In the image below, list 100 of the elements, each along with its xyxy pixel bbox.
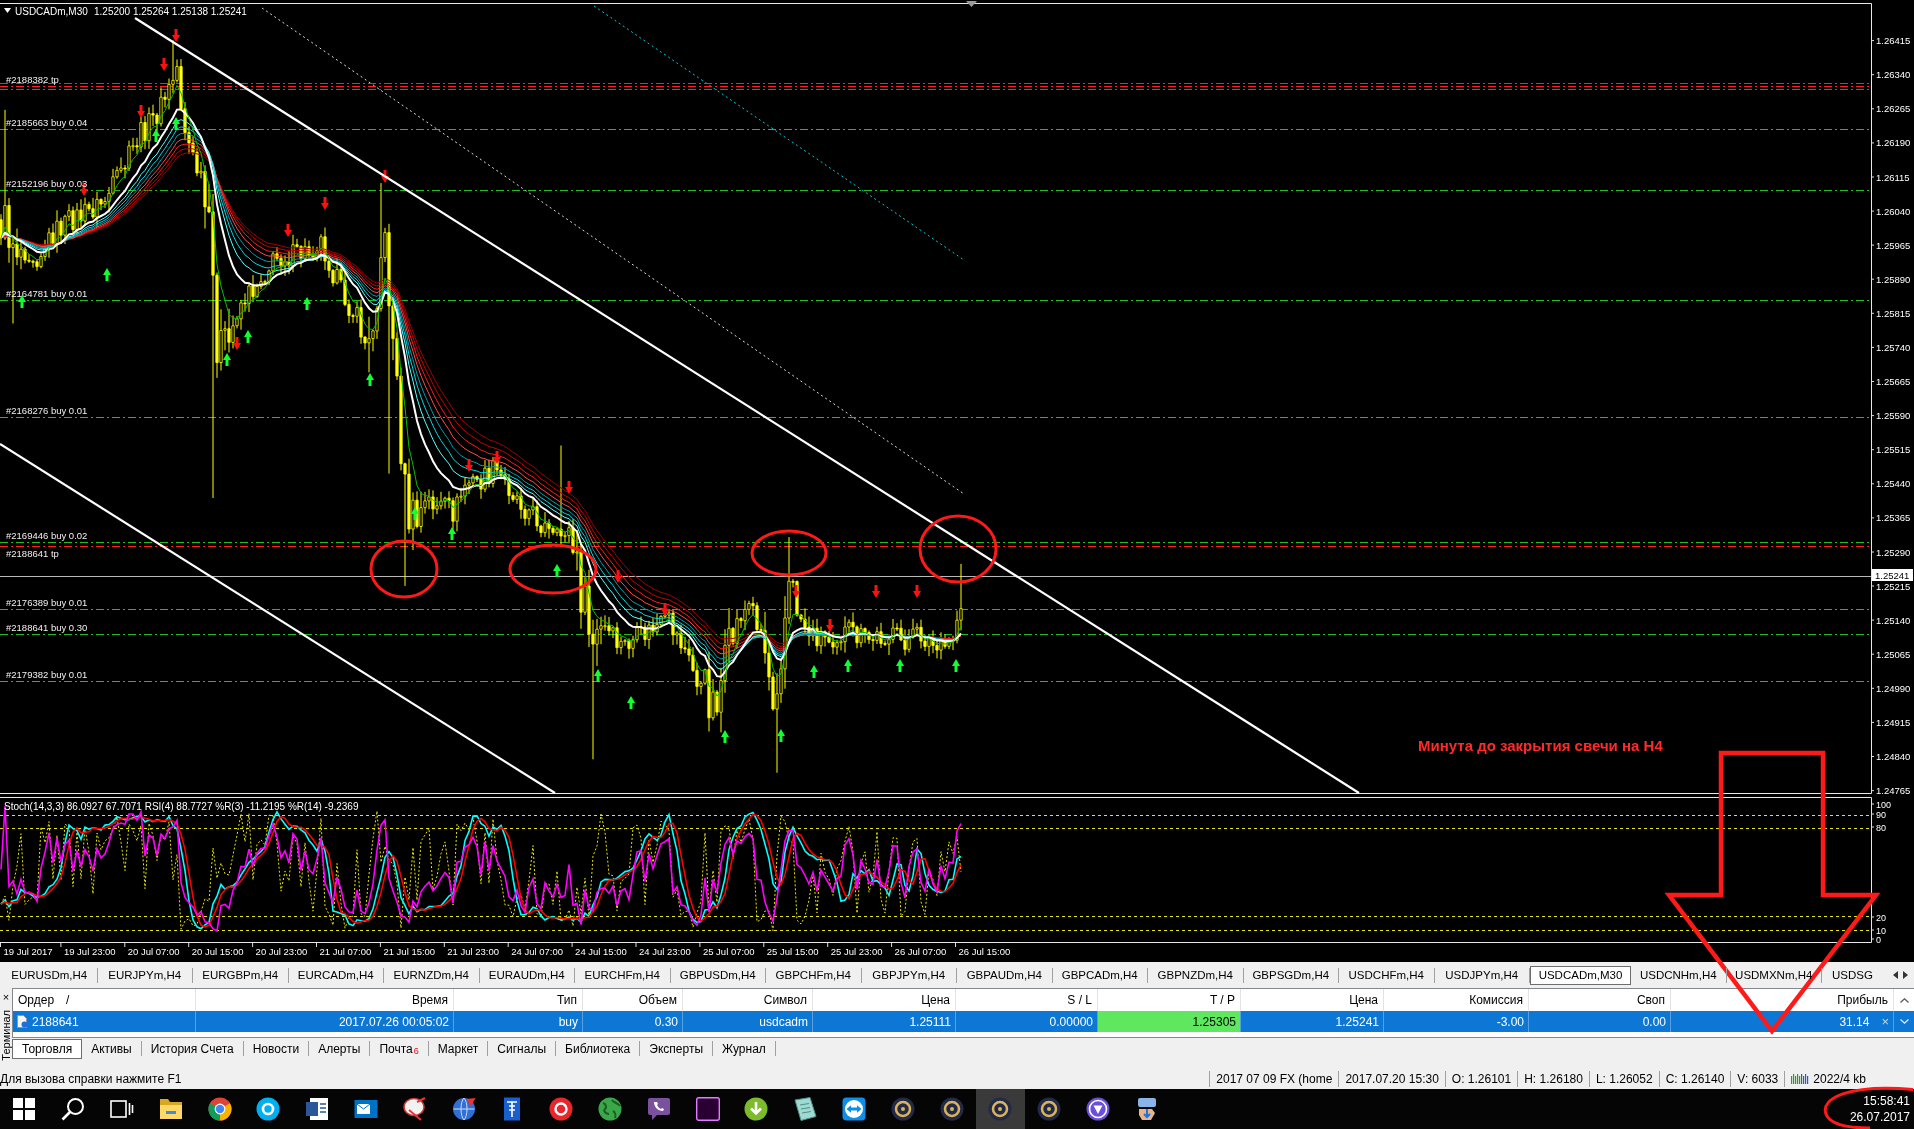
down-arrow-icon [614, 570, 622, 583]
window-grid-icon [12, 1097, 37, 1121]
time-label: 25 Jul 23:00 [830, 946, 883, 957]
table-cell-text: 1.25241 [1334, 1013, 1380, 1031]
down-arrow-icon [321, 197, 329, 210]
column-header[interactable]: Цена [1349, 993, 1378, 1007]
double-arrow-icon [841, 1097, 866, 1121]
column-header[interactable]: Своп [1636, 993, 1665, 1007]
scroll-down-icon[interactable] [1899, 1019, 1909, 1024]
clock-time: 15:58:41 [1863, 1093, 1910, 1109]
symbol-tab[interactable]: GBPUSDm,H4 [670, 967, 766, 983]
order-label: #2169446 buy 0.02 [6, 530, 88, 541]
price-label: 1.25665 [1876, 376, 1911, 387]
symbol-tab[interactable]: USDCHFm,H4 [1339, 967, 1435, 983]
symbol-tab[interactable]: GBPAUDm,H4 [957, 967, 1053, 983]
column-header[interactable]: Цена [921, 993, 950, 1007]
status-field: C: 1.26140 [1658, 1070, 1731, 1087]
symbol-tab[interactable]: GBPSGDm,H4 [1243, 967, 1339, 983]
table-row[interactable]: 2188641 2017.07.26 00:05:02 buy 0.30 usdcadm 1.25111 0.00000 1.25305 1.25241 -3.00 0.00 31.14 × [13, 1011, 1914, 1032]
symbol-tab[interactable]: GBPCADm,H4 [1052, 967, 1148, 983]
tab[interactable]: Активы [82, 1041, 142, 1056]
time-label: 20 Jul 07:00 [127, 946, 180, 957]
column-header[interactable]: S / L [1067, 993, 1092, 1007]
bar-meter-icon [1791, 1073, 1810, 1084]
up-arrow-icon [777, 729, 785, 742]
status-field: 2017 07 09 FX (home [1209, 1070, 1339, 1087]
table-cell-text: 1.25111 [908, 1013, 952, 1031]
column-header[interactable]: Ордер [18, 993, 55, 1007]
up-arrow-icon [152, 129, 160, 142]
status-field: H: 1.26180 [1517, 1070, 1589, 1087]
symbol-tab[interactable]: EURAUDm,H4 [479, 967, 575, 983]
symbol-tab[interactable]: EURGBPm,H4 [193, 967, 289, 983]
price-label: 1.24990 [1876, 682, 1911, 694]
symbol-tab[interactable]: GBPJPYm,H4 [861, 967, 957, 983]
ohlc-readout: 1.25200 1.25264 1.25138 1.25241 [94, 6, 247, 17]
dropdown-triangle-icon[interactable] [4, 8, 11, 13]
price-label: 1.25590 [1876, 410, 1911, 422]
symbol-tab[interactable]: EURCADm,H4 [288, 967, 384, 983]
column-header[interactable]: Время [411, 993, 448, 1007]
close-button[interactable]: × [2, 990, 10, 1004]
down-arrow-icon [493, 451, 501, 464]
up-arrow-icon [553, 564, 561, 577]
column-header[interactable]: Тип [557, 993, 577, 1007]
symbol-tab[interactable]: USDCADm,M30 [1530, 965, 1631, 985]
price-label: 1.25815 [1876, 307, 1911, 319]
triangle-circle-icon [1085, 1097, 1110, 1121]
scroll-up-icon[interactable] [1899, 997, 1909, 1003]
table-cell-text: 2188641 [31, 1013, 80, 1031]
table-cell-text: usdcadm [758, 1013, 809, 1031]
up-arrow-icon [594, 669, 602, 682]
tab[interactable]: Журнал [713, 1041, 776, 1056]
symbol-tab[interactable]: GBPCHFm,H4 [766, 967, 862, 983]
tab[interactable]: Сигналы [488, 1041, 557, 1056]
column-header[interactable]: Комиссия [1469, 993, 1523, 1007]
table-cell-text: buy [557, 1013, 579, 1031]
price-label: 1.26340 [1876, 69, 1911, 81]
column-header[interactable]: T / P [1209, 993, 1235, 1007]
tab[interactable]: Торговля [12, 1038, 83, 1059]
down-arrow-icon [465, 459, 473, 472]
order-label: #2176389 buy 0.01 [6, 597, 88, 608]
scroll-left-icon[interactable] [1893, 971, 1898, 979]
taskbar-button[interactable] [975, 1089, 1025, 1129]
ring-icon [890, 1097, 915, 1121]
symbol-tab[interactable]: EURUSDm,H4 [2, 967, 98, 983]
column-header[interactable]: Объем [638, 993, 677, 1007]
up-arrow-icon [721, 730, 729, 743]
speech-bubble-icon [646, 1097, 671, 1121]
down-arrow-icon [172, 29, 180, 42]
indicator-legend: Stoch(14,3,3) 86.0927 67.7071 RSI(4) 88.7727 %R(3) -11.2195 %R(14) -9.2369 [4, 801, 359, 812]
order-label: #2188382 tp [6, 74, 59, 85]
current-price-tag: 1.25241 [1872, 569, 1913, 581]
tab[interactable]: Библиотека [556, 1041, 641, 1056]
table-cell-text: 0.30 [653, 1013, 679, 1031]
down-arrow-icon [381, 170, 389, 183]
symbol-tab[interactable]: GBPNZDm,H4 [1148, 967, 1244, 983]
tab[interactable]: Эксперты [640, 1041, 713, 1056]
tab[interactable]: Новости [243, 1041, 310, 1056]
tab[interactable]: Маркет [428, 1041, 489, 1056]
up-arrow-icon [896, 659, 904, 672]
up-arrow-icon [844, 659, 852, 672]
tab[interactable]: Почта6 [370, 1041, 429, 1056]
up-arrow-icon [366, 373, 374, 386]
symbol-tab[interactable]: EURJPYm,H4 [97, 967, 193, 983]
down-arrow-icon [284, 224, 292, 237]
status-field: V: 6033 [1730, 1070, 1785, 1087]
table-cell-text: 0.00000 [1048, 1013, 1094, 1031]
shift-marker-icon[interactable] [966, 1, 977, 7]
order-label: #2185663 buy 0.04 [6, 117, 88, 128]
envelope-icon [353, 1097, 378, 1121]
column-header[interactable]: Символ [763, 993, 807, 1007]
help-hint: Для вызова справки нажмите F1 [0, 1071, 183, 1086]
scroll-right-icon[interactable] [1903, 971, 1908, 979]
tab[interactable]: Алерты [309, 1041, 371, 1056]
order-label: #2168276 buy 0.01 [6, 405, 88, 416]
price-label: 1.25365 [1876, 512, 1911, 524]
up-arrow-icon [244, 330, 252, 343]
tab[interactable]: История Счета [141, 1041, 244, 1056]
time-label: 26 Jul 07:00 [894, 946, 947, 957]
symbol-tab[interactable]: EURNZDm,H4 [384, 967, 480, 983]
symbol-tab[interactable]: EURCHFm,H4 [575, 967, 671, 983]
